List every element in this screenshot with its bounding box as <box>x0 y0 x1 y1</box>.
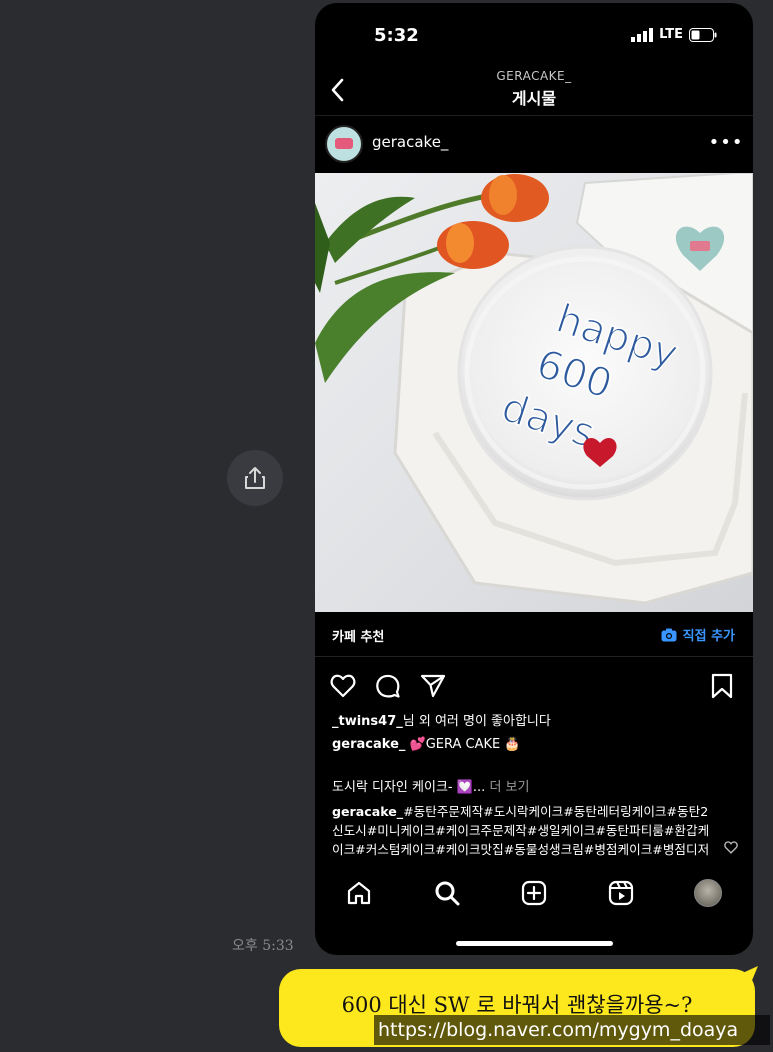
add-directly-label: 직접 추가 <box>682 629 735 644</box>
battery-icon <box>689 27 717 42</box>
likes-rest: 님 외 여러 명이 좋아합니다 <box>402 714 551 729</box>
paper-plane-icon <box>420 674 446 698</box>
caption-line2: 도시락 디자인 케이크- 💟... 더 보기 <box>332 776 529 795</box>
home-icon <box>347 881 371 905</box>
hashtag-caption: geracake_#동탄주문제작#도시락케이크#동탄레터링케이크#동탄2신도시#… <box>332 802 712 862</box>
comment-icon <box>376 674 400 698</box>
page-title: 게시물 <box>511 89 557 108</box>
signal-icon <box>631 27 654 42</box>
comment-like-button[interactable] <box>723 839 739 855</box>
post-header: GERACAKE_ 게시물 <box>315 65 753 115</box>
more-icon: ••• <box>708 131 744 153</box>
search-icon <box>435 881 460 906</box>
profile-avatar <box>694 879 722 907</box>
status-time: 5:32 <box>374 25 419 46</box>
share-post-button[interactable] <box>418 671 448 701</box>
status-bar: 5:32 LTE <box>315 3 753 63</box>
camera-icon <box>661 628 677 641</box>
blog-watermark: https://blog.naver.com/mygym_doaya <box>374 1015 770 1045</box>
save-button[interactable] <box>707 671 737 701</box>
bookmark-icon <box>711 673 733 699</box>
caption-user[interactable]: geracake_ <box>332 737 405 752</box>
reels-icon <box>608 880 634 906</box>
message-timestamp: 오후 5:33 <box>232 938 294 954</box>
like-button[interactable] <box>328 671 358 701</box>
plus-square-icon <box>521 880 547 906</box>
status-indicators: LTE <box>631 27 717 42</box>
likes-text: _twins47_님 외 여러 명이 좋아합니다 <box>332 710 551 729</box>
more-link[interactable]: 더 보기 <box>485 780 529 795</box>
caption-title-line: geracake_ 💕GERA CAKE 🎂 <box>332 737 521 752</box>
caption-title: 💕GERA CAKE 🎂 <box>409 737 521 752</box>
more-options-button[interactable]: ••• <box>709 129 743 155</box>
share-button[interactable] <box>227 450 283 506</box>
likes-user[interactable]: _twins47_ <box>332 714 403 729</box>
instagram-screenshot[interactable]: 5:32 LTE GERACAKE_ 게시물 geracake_ ••• hap… <box>315 3 753 955</box>
tab-reels[interactable] <box>605 877 637 909</box>
hashtag-user[interactable]: geracake_ <box>332 804 403 819</box>
post-username[interactable]: geracake_ <box>372 133 448 151</box>
header-account: GERACAKE_ <box>496 69 572 83</box>
post-actions <box>315 667 753 707</box>
cake-photo: happy 600 days <box>315 173 753 605</box>
add-directly-button[interactable]: 직접 추가 <box>661 625 735 644</box>
cafe-recommend-label: 카페 추천 <box>332 630 385 645</box>
caption-line2-text: 도시락 디자인 케이크- 💟... <box>332 780 486 795</box>
comment-button[interactable] <box>373 671 403 701</box>
network-label: LTE <box>659 27 683 42</box>
home-indicator <box>456 941 613 946</box>
bottom-tab-bar <box>315 863 753 923</box>
tab-home[interactable] <box>343 877 375 909</box>
tab-profile[interactable] <box>692 877 724 909</box>
cafe-recommend-bar: 카페 추천 직접 추가 <box>315 612 753 657</box>
post-author-row: geracake_ ••• <box>315 121 753 171</box>
share-icon <box>245 467 265 489</box>
post-photo[interactable]: happy 600 days <box>315 173 753 612</box>
avatar[interactable] <box>325 125 363 163</box>
heart-icon <box>330 674 356 698</box>
tab-create[interactable] <box>518 877 550 909</box>
tab-search[interactable] <box>431 877 463 909</box>
header-divider <box>315 115 753 116</box>
small-heart-icon <box>724 840 738 854</box>
